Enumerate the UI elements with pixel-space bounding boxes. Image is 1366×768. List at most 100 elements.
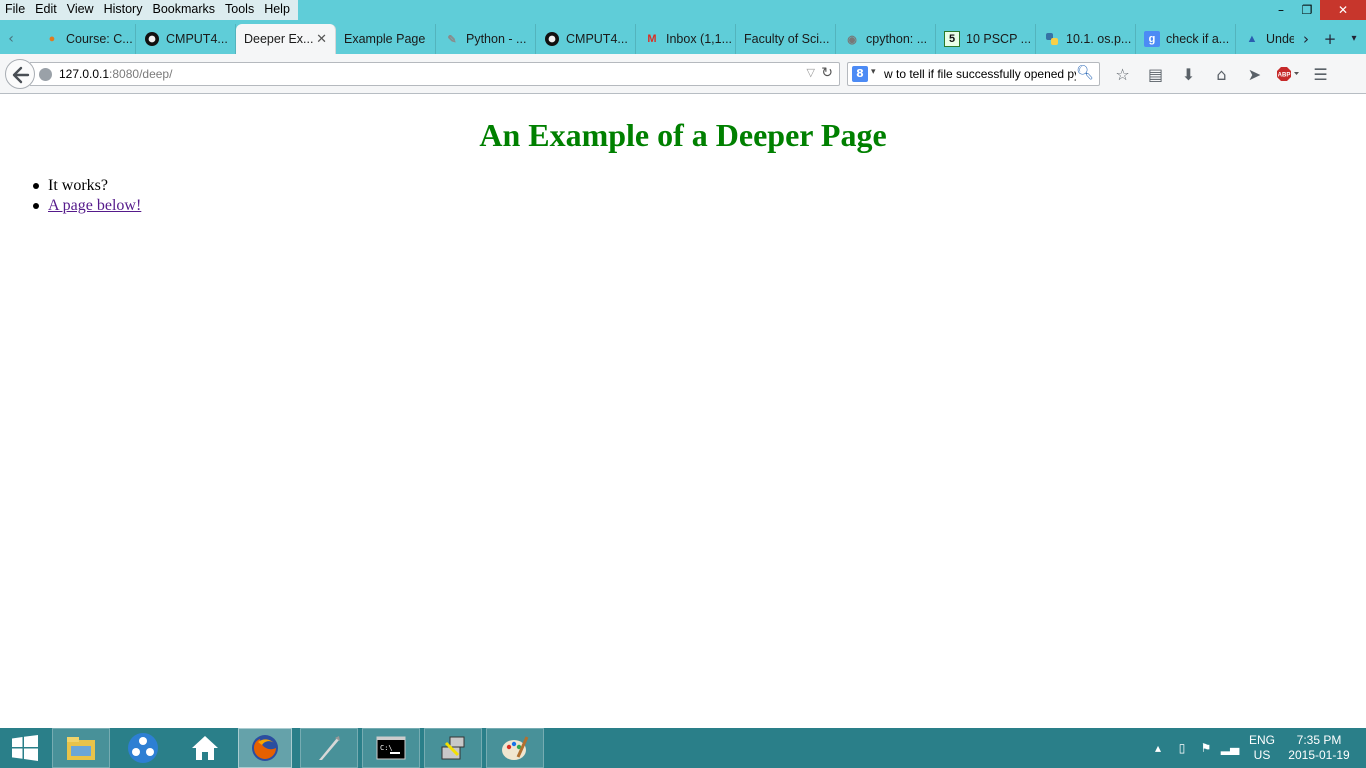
paint-icon[interactable] [486,728,544,768]
tab-title: 10 PSCP ... [966,32,1032,46]
tab-title: Example Page [344,32,426,46]
window-controls: – ❐ ✕ [1268,0,1366,20]
tab-deeper-example[interactable]: Deeper Ex... ✕ [236,24,336,54]
address-bar[interactable]: 127.0.0.1:8080/deep/ ▽ ↻ [30,62,840,86]
tab-faculty[interactable]: Faculty of Sci... [736,24,836,54]
list-item: A page below! [32,196,141,216]
browser-chrome: File Edit View History Bookmarks Tools H… [0,0,1366,94]
search-bar[interactable]: 8 ▾ w to tell if file successfully opene… [847,62,1100,86]
tab-pscp[interactable]: 5 10 PSCP ... [936,24,1036,54]
tab-check-if[interactable]: g check if a... [1136,24,1236,54]
start-button[interactable] [0,728,50,768]
taskbar: C:\ ▴ ▯ ⚑ ▂▄ ENG US 7:35 PM 2015-01-19 [0,728,1366,768]
tab-title: CMPUT4... [566,32,628,46]
tab-close-icon[interactable]: ✕ [316,31,327,47]
network-icon[interactable] [114,728,172,768]
ualberta-icon: ▲ [1246,33,1258,45]
gmail-icon: M [647,33,657,45]
keyboard-region: US [1253,748,1271,762]
action-center-flag-icon[interactable]: ⚑ [1194,741,1218,755]
share-icon[interactable]: ➤ [1238,54,1271,94]
engine-dropdown-icon[interactable]: ▾ [871,67,876,77]
tab-title: Python - ... [466,32,527,46]
tab-cmput-2[interactable]: CMPUT4... [536,24,636,54]
tab-strip: ‹ ● Course: C... CMPUT4... Deeper Ex... … [0,24,1366,54]
python-doc-icon: ✎ [447,33,457,46]
history-dropdown-icon[interactable]: ▽ [807,66,815,79]
moodle-icon: ● [48,33,56,45]
tab-title: CMPUT4... [166,32,228,46]
tab-os-path[interactable]: 10.1. os.p... [1036,24,1136,54]
google-icon[interactable]: 8 [852,66,868,82]
tab-inbox[interactable]: M Inbox (1,1... [636,24,736,54]
site-identity-icon[interactable] [39,68,52,81]
adblock-icon[interactable]: ABP [1271,54,1304,94]
page-content: An Example of a Deeper Page It works? A … [0,95,1366,728]
tab-title: Faculty of Sci... [744,32,830,46]
menubar: File Edit View History Bookmarks Tools H… [0,0,295,20]
tab-python-docs[interactable]: ✎ Python - ... [436,24,536,54]
show-hidden-icons-icon[interactable]: ▴ [1146,741,1170,755]
tab-course[interactable]: ● Course: C... [36,24,136,54]
search-icon[interactable]: 🔍︎ [1076,65,1094,81]
tab-cpython[interactable]: ◉ cpython: ... [836,24,936,54]
menu-view[interactable]: View [61,0,99,20]
menu-file[interactable]: File [0,0,31,20]
tab-under[interactable]: ▲ Under [1236,24,1294,54]
home-icon[interactable] [176,728,234,768]
page-below-link[interactable]: A page below! [48,197,141,214]
menu-bookmarks[interactable]: Bookmarks [147,0,221,20]
url-text[interactable]: 127.0.0.1:8080/deep/ [59,67,172,81]
reload-icon[interactable]: ↻ [821,65,833,81]
list-tabs-icon[interactable]: ▾ [1342,24,1366,54]
github-icon [144,31,160,47]
menu-tools[interactable]: Tools [220,0,260,20]
back-arrow-icon [12,66,30,84]
tab-title: Inbox (1,1... [666,32,733,46]
menu-history[interactable]: History [98,0,148,20]
back-button[interactable] [5,59,35,89]
bookmark-star-icon[interactable]: ☆ [1106,54,1139,94]
clock-date: 2015-01-19 [1288,748,1350,762]
restore-button[interactable]: ❐ [1294,0,1320,20]
system-tray: ▴ ▯ ⚑ ▂▄ [1146,728,1242,768]
menu-help[interactable]: Help [259,0,295,20]
windows-logo-icon [12,735,38,761]
file-explorer-icon[interactable] [52,728,110,768]
mercurial-icon: ◉ [847,33,857,46]
language-code: ENG [1248,733,1275,747]
downloads-icon[interactable]: ⬇︎ [1172,54,1205,94]
menu-icon[interactable]: ☰ [1304,54,1337,94]
search-input[interactable]: w to tell if file successfully opened py [884,67,1076,81]
reading-list-icon[interactable]: ▤ [1139,54,1172,94]
github-icon [544,31,560,47]
list-item: It works? [32,176,141,196]
bullet-list: It works? A page below! [32,176,141,216]
close-window-button[interactable]: ✕ [1320,0,1366,20]
menu-edit[interactable]: Edit [30,0,62,20]
tab-title: Deeper Ex... [244,32,314,46]
tab-scroll-left-icon[interactable]: ‹ [2,24,20,54]
quill-icon[interactable] [300,728,358,768]
page-heading: An Example of a Deeper Page [479,117,887,153]
signal-icon[interactable]: ▂▄ [1218,741,1242,755]
firefox-icon[interactable] [238,728,292,768]
python-icon [1044,31,1060,47]
tab-title: check if a... [1166,32,1230,46]
tab-example-page[interactable]: Example Page [336,24,436,54]
clock[interactable]: 7:35 PM 2015-01-19 [1282,733,1356,763]
tab-cmput-1[interactable]: CMPUT4... [136,24,236,54]
power-icon[interactable]: ▯ [1170,741,1194,755]
svg-text:ABP: ABP [1277,73,1290,79]
google-icon: g [1144,31,1160,47]
command-prompt-icon[interactable]: C:\ [362,728,420,768]
tab-title: 10.1. os.p... [1066,32,1132,46]
language-indicator[interactable]: ENG US [1248,733,1276,763]
tabs: ● Course: C... CMPUT4... Deeper Ex... ✕ … [36,24,1294,54]
home-icon[interactable]: ⌂ [1205,54,1238,94]
url-host: 127.0.0.1 [59,67,110,81]
network-config-icon[interactable] [424,728,482,768]
new-tab-icon[interactable]: + [1318,24,1342,54]
minimize-button[interactable]: – [1268,0,1294,20]
tab-scroll-right-icon[interactable]: › [1294,24,1318,54]
